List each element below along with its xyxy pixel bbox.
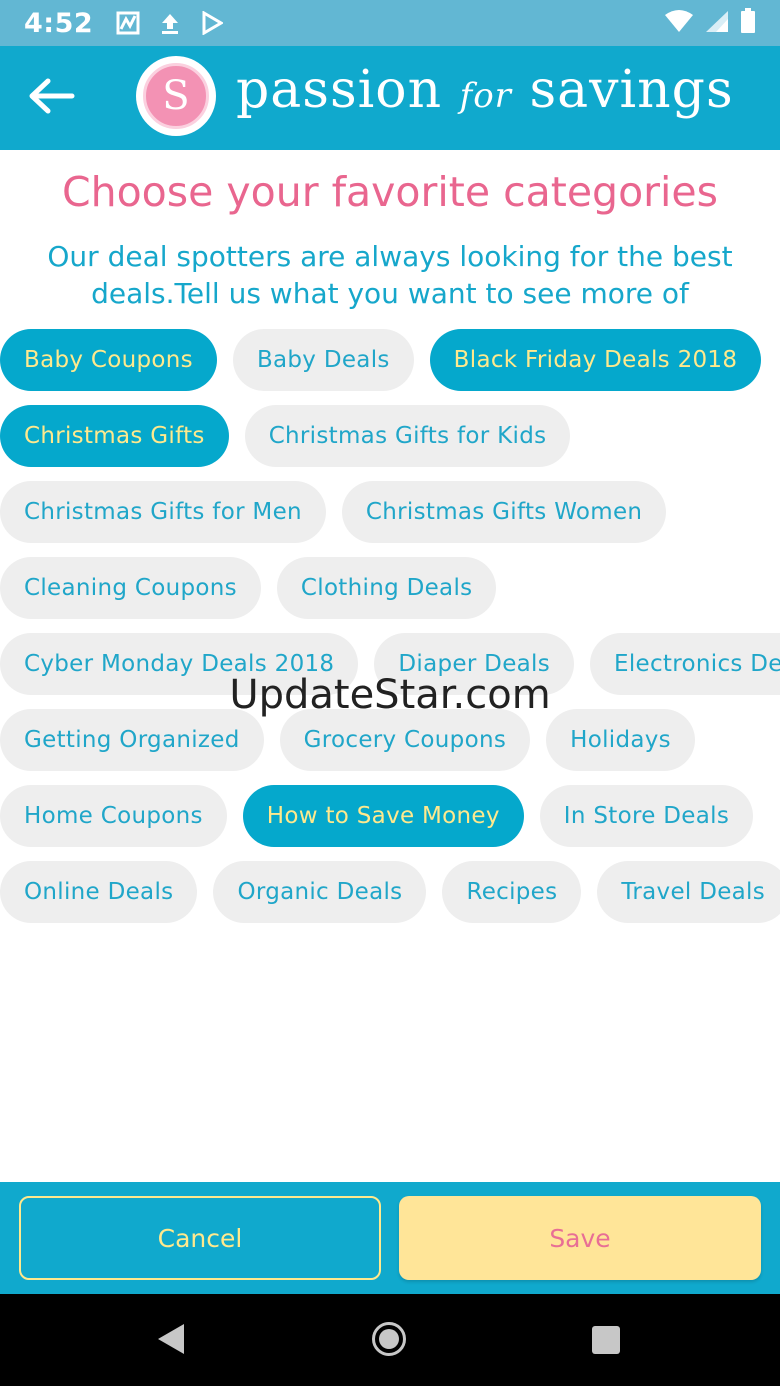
chip-row: Christmas Gifts Christmas Gifts for Kids xyxy=(0,405,571,467)
category-chip[interactable]: Recipes xyxy=(442,861,582,923)
category-chip[interactable]: Holidays xyxy=(546,709,695,771)
signal-icon xyxy=(704,9,730,37)
category-chip[interactable]: Grocery Coupons xyxy=(279,709,531,771)
category-chip[interactable]: Organic Deals xyxy=(213,861,427,923)
back-button[interactable] xyxy=(24,72,78,124)
nav-back-icon[interactable] xyxy=(158,1324,184,1354)
status-bar: 4:52 xyxy=(0,0,780,46)
chip-row: Christmas Gifts for Men Christmas Gifts … xyxy=(0,481,667,543)
chip-row: Baby Coupons Baby Deals Black Friday Dea… xyxy=(0,329,762,391)
cancel-button[interactable]: Cancel xyxy=(19,1196,381,1280)
arrow-left-icon xyxy=(26,76,76,120)
page-title: Choose your favorite categories xyxy=(61,168,719,216)
nav-home-icon[interactable] xyxy=(372,1322,406,1356)
category-chip[interactable]: Cleaning Coupons xyxy=(0,557,261,619)
battery-icon xyxy=(740,8,756,38)
watermark-text: UpdateStar.com xyxy=(229,672,551,718)
system-nav-bar xyxy=(0,1294,780,1386)
category-chip[interactable]: Christmas Gifts for Kids xyxy=(244,405,571,467)
page-subtitle: Our deal spotters are always looking for… xyxy=(47,240,733,310)
category-chip[interactable]: Getting Organized xyxy=(0,709,264,771)
logo-badge: S xyxy=(136,56,216,136)
chip-row: Getting Organized Grocery Coupons Holida… xyxy=(0,709,695,771)
nav-recents-icon[interactable] xyxy=(592,1326,620,1354)
category-chip[interactable]: Christmas Gifts xyxy=(0,405,229,467)
image-icon xyxy=(115,10,141,36)
category-chip[interactable]: Christmas Gifts for Men xyxy=(0,481,326,543)
play-store-icon xyxy=(199,10,225,36)
category-chip[interactable]: Home Coupons xyxy=(0,785,227,847)
category-chip[interactable]: Christmas Gifts Women xyxy=(341,481,667,543)
category-chip[interactable]: Baby Coupons xyxy=(0,329,217,391)
category-chip[interactable]: Baby Deals xyxy=(232,329,414,391)
logo-word-for: for xyxy=(459,76,512,116)
wifi-icon xyxy=(664,9,694,37)
upload-icon xyxy=(157,10,183,36)
logo-word-savings: savings xyxy=(529,60,734,120)
save-button[interactable]: Save xyxy=(399,1196,761,1280)
footer-bar: Cancel Save xyxy=(0,1182,780,1294)
chip-row: Home Coupons How to Save Money In Store … xyxy=(0,785,754,847)
chip-row: Cleaning Coupons Clothing Deals xyxy=(0,557,497,619)
status-time: 4:52 xyxy=(24,7,94,39)
category-chip[interactable]: Travel Deals xyxy=(597,861,780,923)
category-chip[interactable]: How to Save Money xyxy=(242,785,524,847)
logo-word-passion: passion xyxy=(236,60,443,120)
category-chip[interactable]: Online Deals xyxy=(0,861,198,923)
chip-row: Online Deals Organic Deals Recipes Trave… xyxy=(0,861,780,923)
status-right-icons xyxy=(664,8,756,38)
app-bar: S passion for savings xyxy=(0,46,780,150)
app-logo-text: passion for savings xyxy=(236,60,734,120)
app-screen: 4:52 S passion for savings Choose your f… xyxy=(0,0,780,1386)
category-chip[interactable]: Black Friday Deals 2018 xyxy=(429,329,762,391)
category-chip[interactable]: Clothing Deals xyxy=(276,557,497,619)
logo-letter: S xyxy=(143,63,209,129)
category-chip[interactable]: In Store Deals xyxy=(539,785,754,847)
